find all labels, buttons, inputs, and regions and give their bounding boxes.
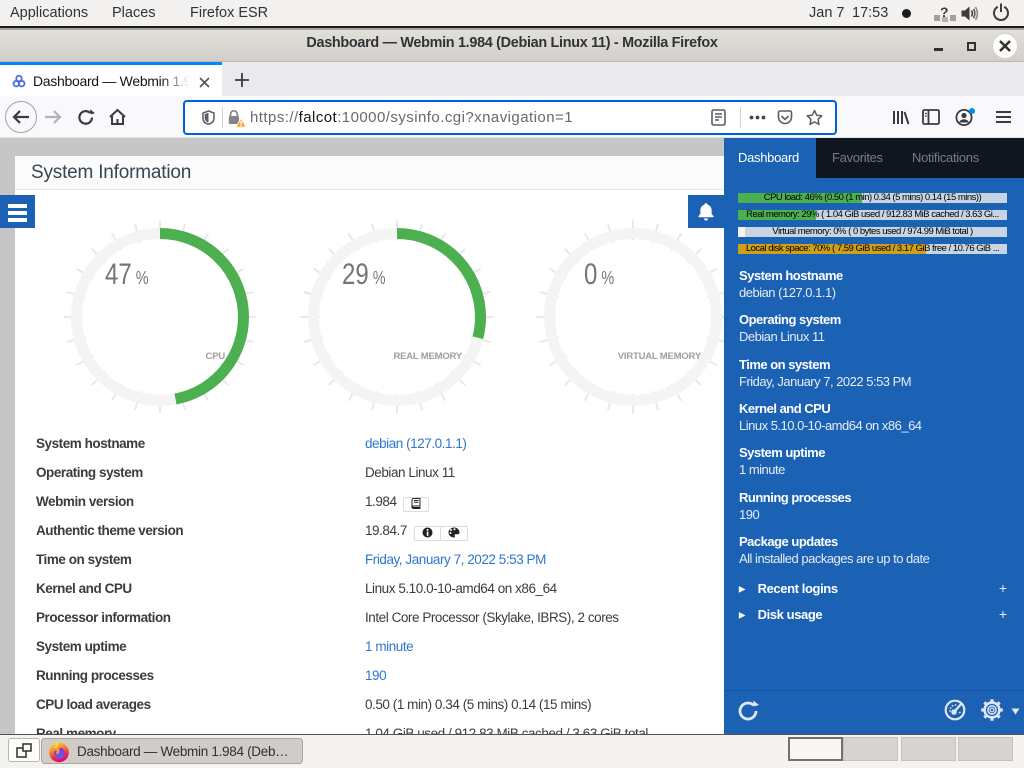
- svg-text:?: ?: [940, 4, 949, 20]
